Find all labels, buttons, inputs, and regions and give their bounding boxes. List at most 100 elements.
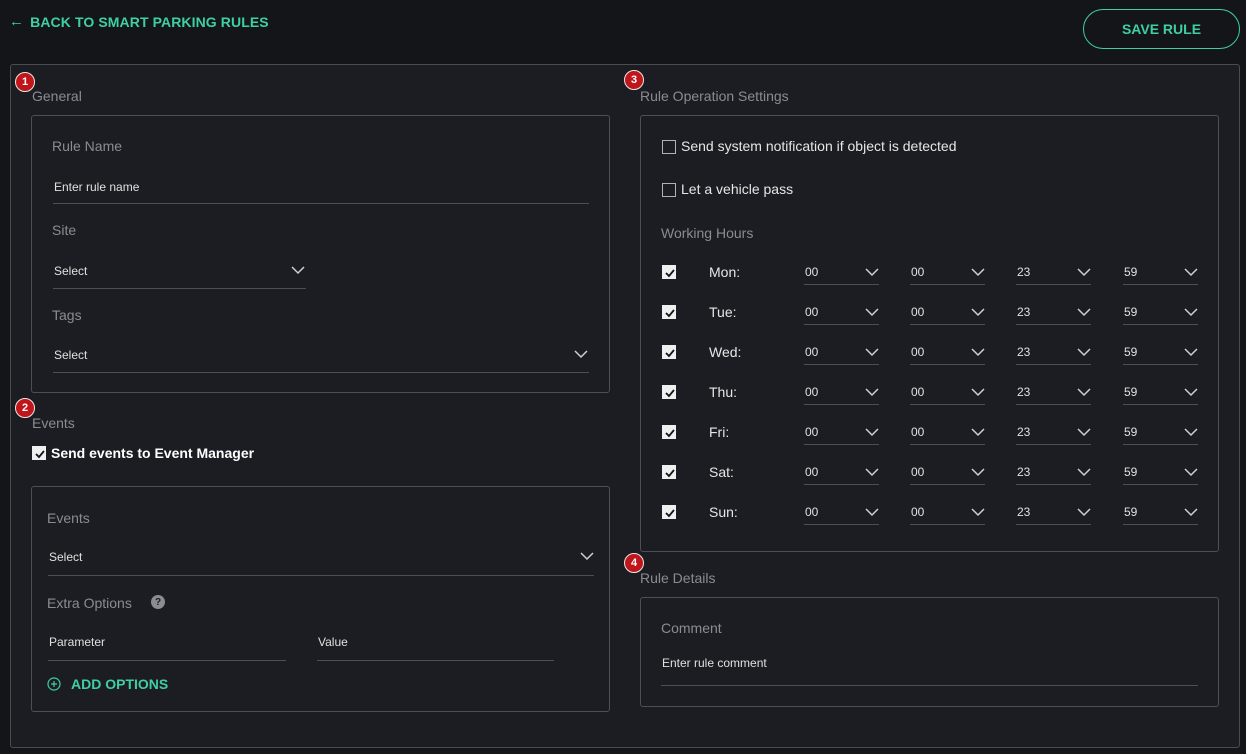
day-label-wed: Wed: <box>709 344 742 360</box>
day-checkbox-fri[interactable] <box>662 425 676 439</box>
sat-to-hour-select[interactable]: 23 <box>1016 465 1091 485</box>
tue-to-hour-select[interactable]: 23 <box>1016 305 1091 325</box>
chevron-down-icon <box>864 264 880 280</box>
site-select-value: Select <box>54 264 88 278</box>
time-value: 59 <box>1124 265 1138 279</box>
mon-to-minute-select[interactable]: 59 <box>1123 265 1198 285</box>
chevron-down-icon <box>1076 304 1092 320</box>
chevron-down-icon <box>970 264 986 280</box>
chevron-down-icon <box>864 504 880 520</box>
time-value: 00 <box>911 385 925 399</box>
sun-from-minute-select[interactable]: 00 <box>910 505 985 525</box>
time-value: 59 <box>1124 425 1138 439</box>
rule-name-input[interactable]: Enter rule name <box>53 178 589 204</box>
parameter-input[interactable]: Parameter <box>48 633 286 661</box>
chevron-down-icon <box>1183 424 1199 440</box>
sun-to-hour-select[interactable]: 23 <box>1016 505 1091 525</box>
time-value: 00 <box>805 465 819 479</box>
fri-from-hour-select[interactable]: 00 <box>804 425 879 445</box>
chevron-down-icon <box>970 384 986 400</box>
fri-from-minute-select[interactable]: 00 <box>910 425 985 445</box>
tue-from-minute-select[interactable]: 00 <box>910 305 985 325</box>
chevron-down-icon <box>970 464 986 480</box>
time-value: 00 <box>911 345 925 359</box>
day-checkbox-mon[interactable] <box>662 265 676 279</box>
plus-circle-icon <box>47 677 61 691</box>
sat-to-minute-select[interactable]: 59 <box>1123 465 1198 485</box>
day-checkbox-sat[interactable] <box>662 465 676 479</box>
wed-to-minute-select[interactable]: 59 <box>1123 345 1198 365</box>
help-icon[interactable]: ? <box>151 595 165 609</box>
section-badge-3: 3 <box>624 70 644 90</box>
time-value: 00 <box>805 305 819 319</box>
arrow-left-icon: ← <box>9 13 25 30</box>
save-rule-button[interactable]: SAVE RULE <box>1083 9 1240 49</box>
day-label-sun: Sun: <box>709 504 738 520</box>
vehicle-pass-label: Let a vehicle pass <box>681 181 794 197</box>
events-section-title: Events <box>32 415 75 431</box>
chevron-down-icon <box>1076 384 1092 400</box>
operation-box: Send system notification if object is de… <box>640 115 1219 552</box>
comment-input[interactable]: Enter rule comment <box>661 654 1198 686</box>
wed-from-minute-select[interactable]: 00 <box>910 345 985 365</box>
site-label: Site <box>52 222 77 238</box>
thu-from-hour-select[interactable]: 00 <box>804 385 879 405</box>
working-hours-label: Working Hours <box>661 225 754 241</box>
tags-label: Tags <box>52 307 82 323</box>
mon-from-minute-select[interactable]: 00 <box>910 265 985 285</box>
mon-from-hour-select[interactable]: 00 <box>804 265 879 285</box>
sat-from-minute-select[interactable]: 00 <box>910 465 985 485</box>
events-select-value: Select <box>49 550 83 564</box>
sat-from-hour-select[interactable]: 00 <box>804 465 879 485</box>
tue-to-minute-select[interactable]: 59 <box>1123 305 1198 325</box>
fri-to-minute-select[interactable]: 59 <box>1123 425 1198 445</box>
time-value: 59 <box>1124 505 1138 519</box>
site-select[interactable]: Select <box>53 262 306 289</box>
sun-from-hour-select[interactable]: 00 <box>804 505 879 525</box>
add-options-button[interactable]: ADD OPTIONS <box>47 676 168 692</box>
back-link[interactable]: ← BACK TO SMART PARKING RULES <box>9 13 269 30</box>
chevron-down-icon <box>573 346 589 362</box>
day-label-mon: Mon: <box>709 264 741 280</box>
thu-from-minute-select[interactable]: 00 <box>910 385 985 405</box>
time-value: 23 <box>1017 345 1031 359</box>
tue-from-hour-select[interactable]: 00 <box>804 305 879 325</box>
time-value: 59 <box>1124 345 1138 359</box>
back-link-label: BACK TO SMART PARKING RULES <box>30 13 269 30</box>
time-value: 59 <box>1124 305 1138 319</box>
events-select[interactable]: Select <box>48 548 594 576</box>
time-value: 00 <box>911 425 925 439</box>
value-placeholder: Value <box>318 635 348 649</box>
chevron-down-icon <box>1076 264 1092 280</box>
day-checkbox-wed[interactable] <box>662 345 676 359</box>
day-checkbox-sun[interactable] <box>662 505 676 519</box>
time-value: 00 <box>911 465 925 479</box>
thu-to-hour-select[interactable]: 23 <box>1016 385 1091 405</box>
notify-label: Send system notification if object is de… <box>681 138 957 154</box>
chevron-down-icon <box>1076 424 1092 440</box>
day-checkbox-thu[interactable] <box>662 385 676 399</box>
value-input[interactable]: Value <box>317 633 554 661</box>
chevron-down-icon <box>579 548 595 564</box>
day-label-thu: Thu: <box>709 384 738 400</box>
thu-to-minute-select[interactable]: 59 <box>1123 385 1198 405</box>
chevron-down-icon <box>1183 304 1199 320</box>
parameter-placeholder: Parameter <box>49 635 106 649</box>
wed-from-hour-select[interactable]: 00 <box>804 345 879 365</box>
comment-placeholder: Enter rule comment <box>662 656 767 670</box>
chevron-down-icon <box>970 504 986 520</box>
day-checkbox-tue[interactable] <box>662 305 676 319</box>
chevron-down-icon <box>864 304 880 320</box>
send-events-checkbox[interactable] <box>32 446 46 460</box>
tags-select[interactable]: Select <box>53 346 589 373</box>
time-value: 23 <box>1017 385 1031 399</box>
wed-to-hour-select[interactable]: 23 <box>1016 345 1091 365</box>
fri-to-hour-select[interactable]: 23 <box>1016 425 1091 445</box>
time-value: 59 <box>1124 385 1138 399</box>
mon-to-hour-select[interactable]: 23 <box>1016 265 1091 285</box>
vehicle-pass-checkbox[interactable] <box>662 183 676 197</box>
events-box: Events Select Extra Options ? Parameter … <box>31 486 610 712</box>
sun-to-minute-select[interactable]: 59 <box>1123 505 1198 525</box>
time-value: 23 <box>1017 505 1031 519</box>
notify-checkbox[interactable] <box>662 140 676 154</box>
